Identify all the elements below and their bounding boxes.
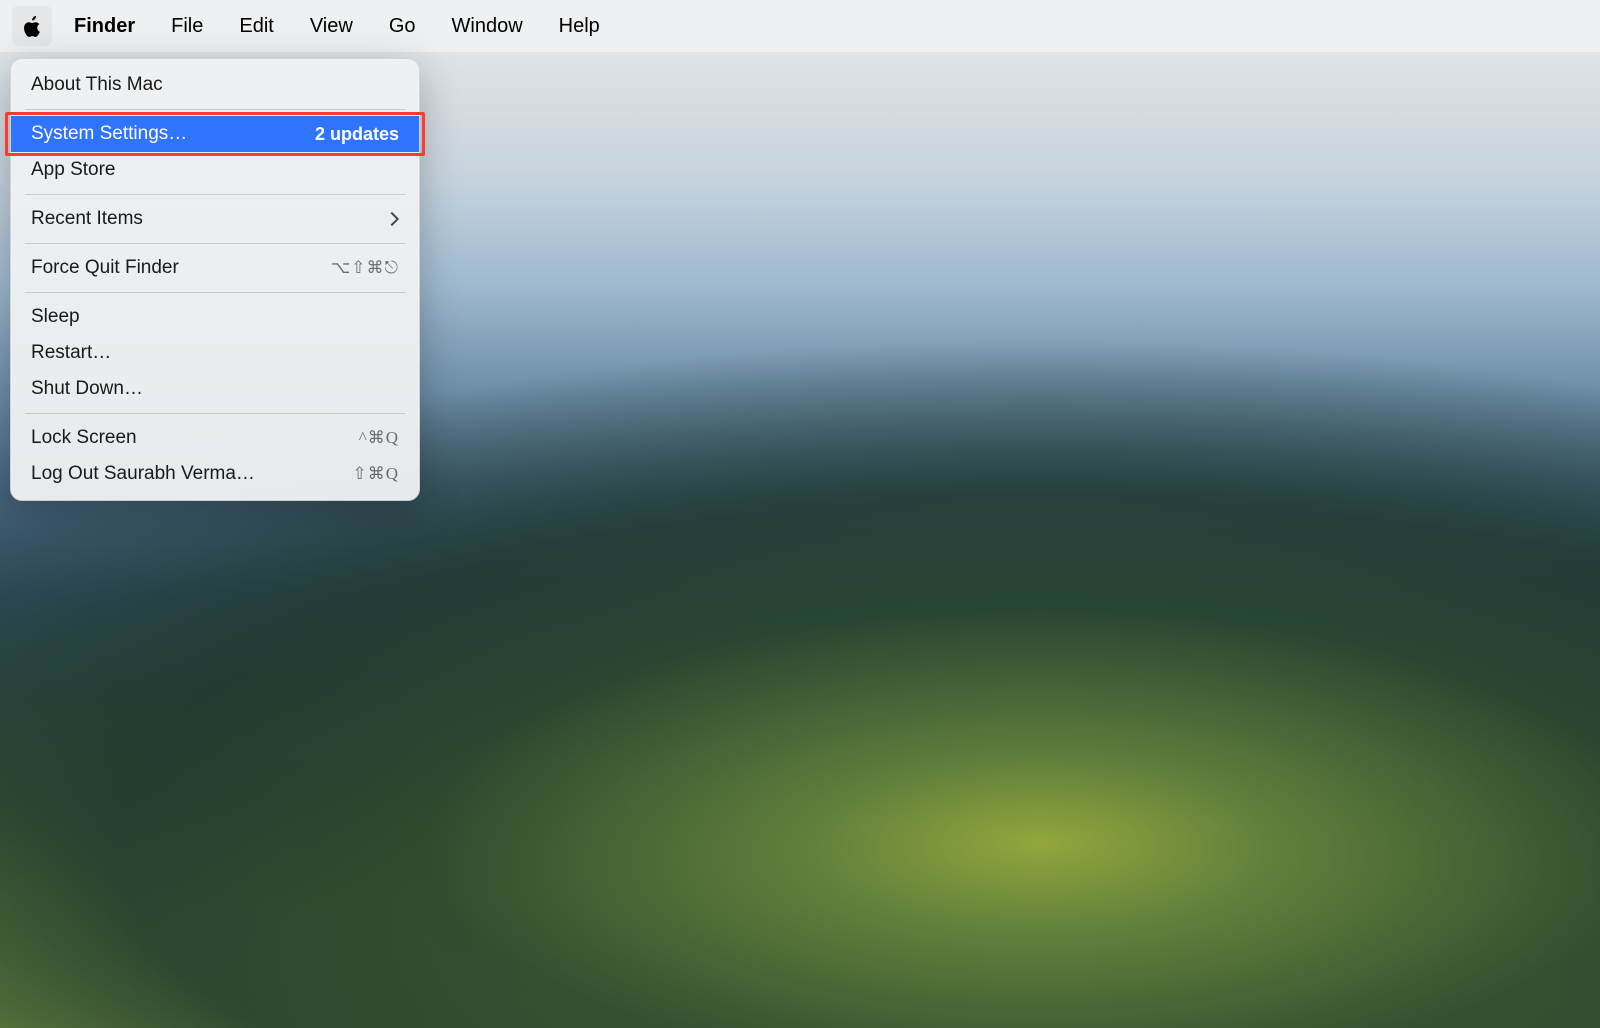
apple-logo-icon: [21, 14, 43, 38]
keyboard-shortcut: ⌥⇧⌘⎋: [331, 258, 399, 278]
menu-item-label: Force Quit Finder: [31, 257, 179, 279]
menu-force-quit[interactable]: Force Quit Finder ⌥⇧⌘⎋: [11, 250, 419, 286]
menu-app-store[interactable]: App Store: [11, 152, 419, 188]
menubar-item-edit[interactable]: Edit: [225, 9, 287, 44]
menu-divider: [25, 413, 405, 414]
menu-item-label: Lock Screen: [31, 427, 137, 449]
apple-menu-button[interactable]: [12, 6, 52, 46]
menu-item-label: Restart…: [31, 342, 111, 364]
keyboard-shortcut: ^⌘Q: [359, 428, 399, 448]
menubar-item-view[interactable]: View: [296, 9, 367, 44]
menu-item-label: Sleep: [31, 306, 80, 328]
apple-menu-dropdown: About This Mac System Settings… 2 update…: [10, 58, 420, 501]
chevron-right-icon: [385, 212, 399, 226]
menu-shut-down[interactable]: Shut Down…: [11, 371, 419, 407]
menu-item-label: Recent Items: [31, 208, 143, 230]
menubar-item-help[interactable]: Help: [545, 9, 614, 44]
menu-divider: [25, 194, 405, 195]
menu-item-label: About This Mac: [31, 74, 163, 96]
keyboard-shortcut: ⇧⌘Q: [352, 464, 399, 484]
menu-log-out[interactable]: Log Out Saurabh Verma… ⇧⌘Q: [11, 456, 419, 492]
menubar-item-window[interactable]: Window: [438, 9, 537, 44]
menu-divider: [25, 109, 405, 110]
menubar-item-go[interactable]: Go: [375, 9, 430, 44]
menu-item-label: Shut Down…: [31, 378, 143, 400]
menu-system-settings[interactable]: System Settings… 2 updates: [11, 116, 419, 152]
menu-item-label: System Settings…: [31, 123, 187, 145]
menu-sleep[interactable]: Sleep: [11, 299, 419, 335]
menu-divider: [25, 292, 405, 293]
menu-bar: Finder File Edit View Go Window Help: [0, 0, 1600, 52]
menu-lock-screen[interactable]: Lock Screen ^⌘Q: [11, 420, 419, 456]
submenu-indicator: [387, 214, 399, 224]
menubar-app-name[interactable]: Finder: [60, 9, 149, 44]
menu-item-label: App Store: [31, 159, 116, 181]
menu-divider: [25, 243, 405, 244]
menu-item-label: Log Out Saurabh Verma…: [31, 463, 255, 485]
menu-restart[interactable]: Restart…: [11, 335, 419, 371]
menu-about-this-mac[interactable]: About This Mac: [11, 67, 419, 103]
updates-badge: 2 updates: [315, 124, 399, 145]
menubar-item-file[interactable]: File: [157, 9, 217, 44]
menu-recent-items[interactable]: Recent Items: [11, 201, 419, 237]
